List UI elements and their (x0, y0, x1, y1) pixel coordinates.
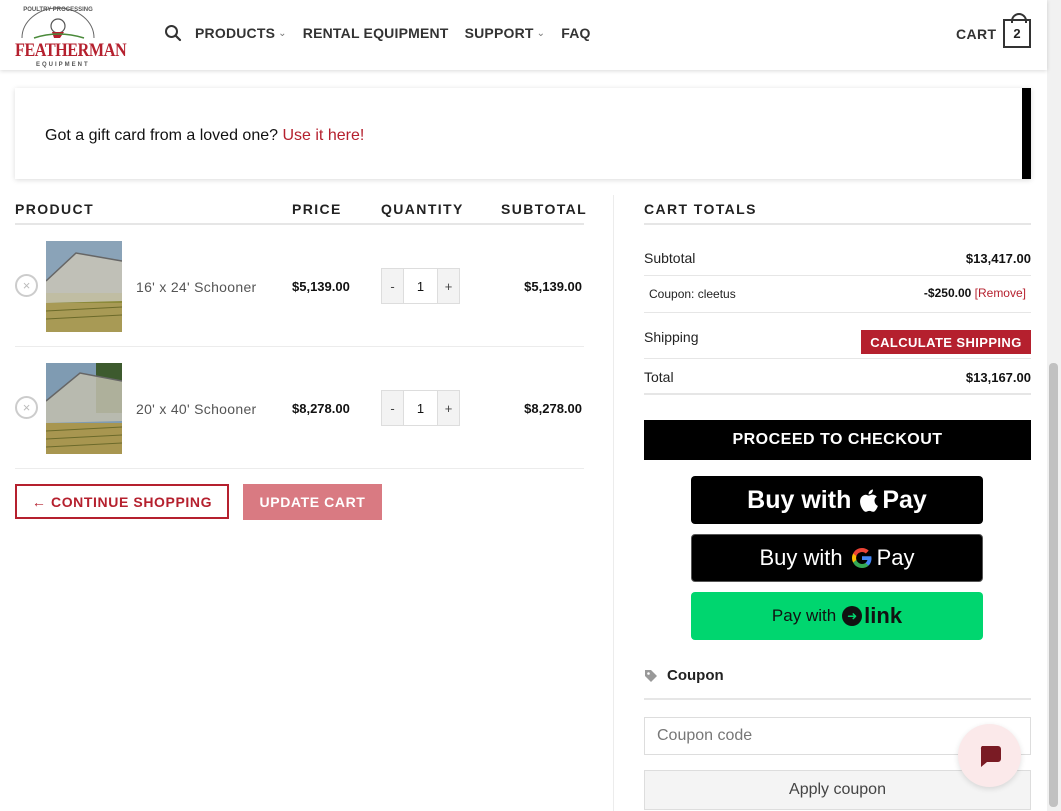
notice-text-wrap: Got a gift card from a loved one? Use it… (45, 127, 364, 145)
table-row: × 20' x 40' Schooner $8,278.00 - 1 + $8,… (15, 348, 584, 469)
remove-coupon-link[interactable]: [Remove] (975, 286, 1026, 300)
cart-totals-title: CART TOTALS (644, 201, 757, 217)
remove-item-button[interactable]: × (15, 396, 38, 419)
table-row: × 16' x 24' Schooner $5,139.00 - 1 + $5,… (15, 226, 584, 347)
logo-arc-text: POULTRY PROCESSING (23, 7, 93, 13)
nav-support-label: SUPPORT (464, 25, 534, 41)
nav-products[interactable]: PRODUCTS ⌄ (195, 25, 287, 41)
apple-pay-brand: Pay (882, 485, 927, 514)
qty-plus-button[interactable]: + (438, 269, 459, 303)
nav-products-label: PRODUCTS (195, 25, 276, 41)
product-price: $8,278.00 (292, 401, 350, 416)
header-subtotal: SUBTOTAL (501, 201, 588, 217)
nav-faq[interactable]: FAQ (561, 25, 590, 41)
logo-text: FEATHERMAN (15, 40, 127, 61)
applied-coupon-label: Coupon: cleetus (649, 287, 736, 301)
product-thumbnail[interactable] (46, 241, 122, 332)
header-quantity: QUANTITY (381, 201, 464, 217)
apple-pay-button[interactable]: Buy with Pay (691, 476, 983, 524)
qty-input[interactable]: 1 (403, 391, 438, 425)
coupon-discount: -$250.00 (923, 286, 972, 300)
nav-rental-equipment[interactable]: RENTAL EQUIPMENT (303, 25, 449, 41)
quantity-stepper: - 1 + (381, 390, 460, 426)
line-subtotal: $8,278.00 (524, 401, 582, 416)
totals-header-divider (644, 223, 1031, 225)
featherman-logo[interactable]: POULTRY PROCESSING FEATHERMAN EQUIPMENT (14, 2, 127, 68)
product-name-link[interactable]: 20' x 40' Schooner (136, 401, 257, 417)
chevron-down-icon: ⌄ (278, 27, 287, 39)
quantity-stepper: - 1 + (381, 268, 460, 304)
total-label: Total (644, 369, 674, 385)
remove-item-button[interactable]: × (15, 274, 38, 297)
scrollbar-thumb[interactable] (1049, 363, 1058, 807)
total-value: $13,167.00 (965, 370, 1031, 385)
main-nav: PRODUCTS ⌄ RENTAL EQUIPMENT SUPPORT ⌄ FAQ (164, 24, 607, 42)
continue-shopping-button[interactable]: ← CONTINUE SHOPPING (15, 484, 229, 519)
nav-rental-label: RENTAL EQUIPMENT (302, 25, 449, 41)
product-name-link[interactable]: 16' x 24' Schooner (136, 279, 257, 295)
nav-support[interactable]: SUPPORT ⌄ (465, 25, 546, 41)
qty-input[interactable]: 1 (403, 269, 438, 303)
link-arrow-icon: ➜ (842, 606, 863, 626)
product-price: $5,139.00 (292, 279, 350, 294)
qty-plus-button[interactable]: + (438, 391, 459, 425)
nav-faq-label: FAQ (561, 25, 591, 41)
totals-divider (644, 275, 1031, 276)
search-icon[interactable] (164, 24, 182, 42)
header-price: PRICE (292, 201, 342, 217)
google-pay-button[interactable]: Buy with Pay (691, 534, 983, 582)
column-divider (613, 195, 614, 811)
totals-bottom-divider (644, 393, 1031, 395)
qty-minus-button[interactable]: - (382, 391, 403, 425)
shipping-label: Shipping (644, 329, 699, 345)
totals-divider (644, 312, 1031, 313)
google-pay-brand: Pay (876, 545, 915, 570)
table-header-divider (15, 223, 584, 225)
chevron-down-icon: ⌄ (536, 27, 546, 39)
update-cart-button[interactable]: UPDATE CART (243, 484, 382, 520)
coupon-divider (644, 698, 1031, 700)
site-header: POULTRY PROCESSING FEATHERMAN EQUIPMENT … (0, 0, 1047, 70)
chat-widget-button[interactable] (958, 724, 1021, 787)
notice-text: Got a gift card from a loved one? (45, 127, 279, 144)
subtotal-value: $13,417.00 (965, 251, 1031, 266)
coupon-heading: Coupon (644, 667, 724, 684)
product-thumbnail[interactable] (46, 363, 122, 454)
google-g-icon (851, 548, 872, 568)
proceed-to-checkout-button[interactable]: PROCEED TO CHECKOUT (644, 420, 1031, 460)
apple-icon (860, 489, 879, 512)
link-pay-prefix: Pay with (771, 606, 837, 625)
totals-divider (644, 358, 1031, 359)
subtotal-label: Subtotal (644, 250, 696, 266)
header-product: PRODUCT (15, 201, 95, 217)
link-pay-button[interactable]: Pay with ➜ link (691, 592, 983, 640)
google-pay-prefix: Buy with (759, 545, 843, 570)
applied-coupon-value: -$250.00 [Remove] (924, 286, 1026, 300)
apple-pay-prefix: Buy with (747, 485, 852, 514)
calculate-shipping-button[interactable]: CALCULATE SHIPPING (861, 330, 1031, 354)
coupon-heading-label: Coupon (667, 667, 724, 684)
cart-link[interactable]: CART (956, 26, 996, 42)
use-it-here-link[interactable]: Use it here! (282, 127, 364, 144)
chat-bubble-icon (980, 745, 1001, 767)
cart-count-badge[interactable]: 2 (1003, 13, 1031, 48)
qty-minus-button[interactable]: - (382, 269, 403, 303)
line-subtotal: $5,139.00 (524, 279, 582, 294)
gift-card-notice: Got a gift card from a loved one? Use it… (15, 88, 1031, 179)
link-pay-brand: link (864, 603, 903, 628)
tag-icon (645, 669, 657, 682)
logo-subtext: EQUIPMENT (36, 62, 90, 68)
